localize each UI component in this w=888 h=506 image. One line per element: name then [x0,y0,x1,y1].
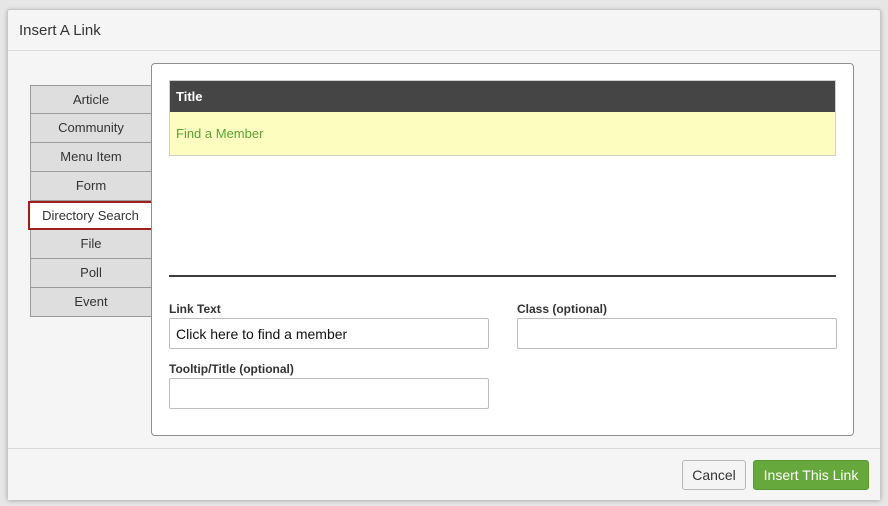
dialog-footer: Cancel Insert This Link [8,448,880,500]
tab-community[interactable]: Community [30,114,152,143]
insert-link-button[interactable]: Insert This Link [753,460,869,490]
tab-article[interactable]: Article [30,85,152,114]
tab-content-panel: Title Find a Member Link Text Class (opt… [151,63,854,436]
tooltip-input[interactable] [169,378,489,409]
cancel-button[interactable]: Cancel [682,460,746,490]
class-label: Class (optional) [517,302,608,316]
tooltip-label: Tooltip/Title (optional) [169,362,294,376]
link-text-label: Link Text [169,302,221,316]
tab-poll[interactable]: Poll [30,259,152,288]
tab-file[interactable]: File [30,230,152,259]
class-input[interactable] [517,318,837,349]
tab-directory-search[interactable]: Directory Search [28,201,153,230]
tab-event[interactable]: Event [30,288,152,317]
dialog-header: Insert A Link [8,10,880,51]
tab-form[interactable]: Form [30,172,152,201]
section-divider [169,275,836,277]
results-table: Title Find a Member [169,80,836,156]
table-row[interactable]: Find a Member [170,112,835,155]
link-text-input[interactable] [169,318,489,349]
insert-link-dialog: Insert A Link Article Community Menu Ite… [7,9,881,500]
table-header-title: Title [170,81,835,112]
dialog-title: Insert A Link [19,22,101,39]
tab-menu-item[interactable]: Menu Item [30,143,152,172]
link-type-tabs: Article Community Menu Item Form Directo… [28,85,153,317]
